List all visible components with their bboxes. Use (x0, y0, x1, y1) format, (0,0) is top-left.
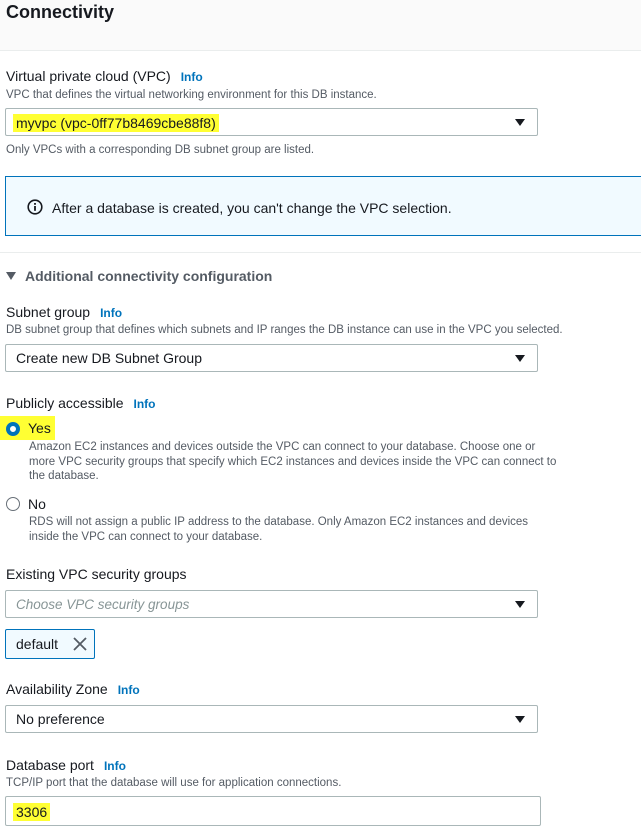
subnet-description: DB subnet group that defines which subne… (6, 324, 563, 336)
section-header: Connectivity (0, 0, 641, 51)
subnet-selected-value: Create new DB Subnet Group (16, 350, 202, 366)
vpc-info-alert: After a database is created, you can't c… (5, 176, 641, 236)
az-label: Availability Zone (6, 681, 108, 697)
radio-yes-description: Amazon EC2 instances and devices outside… (29, 441, 557, 482)
vpc-label-row: Virtual private cloud (VPC) Info (6, 68, 203, 84)
alert-text: After a database is created, you can't c… (52, 200, 452, 216)
security-groups-select[interactable]: Choose VPC security groups (5, 590, 538, 618)
section-title: Connectivity (6, 2, 115, 22)
port-description: TCP/IP port that the database will use f… (6, 777, 342, 789)
vpc-hint: Only VPCs with a corresponding DB subnet… (6, 144, 315, 156)
expand-triangle-icon (6, 272, 16, 280)
az-select[interactable]: No preference (5, 705, 538, 733)
additional-config-toggle[interactable]: Additional connectivity configuration (6, 268, 272, 284)
port-info-link[interactable]: Info (104, 759, 126, 773)
caret-down-icon (515, 119, 525, 126)
port-label: Database port (6, 757, 94, 773)
radio-yes-label[interactable]: Yes (28, 420, 51, 436)
token-label: default (16, 636, 59, 652)
caret-down-icon (515, 716, 525, 723)
az-info-link[interactable]: Info (118, 683, 140, 697)
vpc-label: Virtual private cloud (VPC) (6, 68, 171, 84)
az-selected-value: No preference (16, 711, 105, 727)
divider (0, 252, 641, 253)
vpc-description: VPC that defines the virtual networking … (6, 89, 377, 101)
radio-yes[interactable] (6, 422, 20, 436)
caret-down-icon (515, 601, 525, 608)
port-value: 3306 (13, 803, 51, 821)
vpc-info-link[interactable]: Info (181, 70, 203, 84)
subnet-label: Subnet group (6, 304, 91, 320)
public-info-link[interactable]: Info (134, 397, 156, 411)
close-icon[interactable] (72, 636, 88, 652)
subnet-label-row: Subnet group Info (6, 304, 122, 320)
public-label: Publicly accessible (6, 395, 124, 411)
additional-config-label: Additional connectivity configuration (25, 268, 273, 284)
radio-no-label[interactable]: No (28, 496, 46, 512)
vpc-select[interactable]: myvpc (vpc-0ff77b8469cbe88f8) (5, 108, 538, 136)
radio-no[interactable] (6, 497, 20, 511)
radio-no-description: RDS will not assign a public IP address … (29, 516, 529, 543)
caret-down-icon (515, 355, 525, 362)
public-label-row: Publicly accessible Info (6, 395, 156, 411)
port-label-row: Database port Info (6, 757, 126, 773)
az-label-row: Availability Zone Info (6, 681, 140, 697)
subnet-select[interactable]: Create new DB Subnet Group (5, 344, 538, 372)
subnet-info-link[interactable]: Info (100, 306, 122, 320)
security-groups-placeholder: Choose VPC security groups (16, 597, 190, 612)
vpc-selected-value: myvpc (vpc-0ff77b8469cbe88f8) (13, 114, 219, 132)
security-groups-label: Existing VPC security groups (6, 566, 187, 582)
info-circle-icon (27, 199, 43, 215)
security-group-token: default (5, 629, 95, 659)
